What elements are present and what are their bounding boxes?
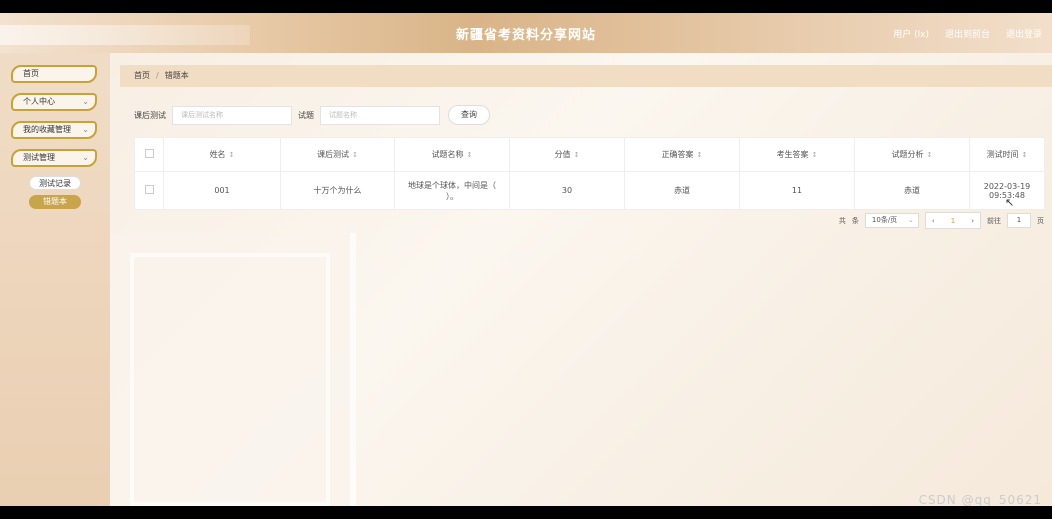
cell-name: 001 [163,171,281,210]
column-header-label: 试题名称 [431,150,464,159]
sidebar-item-home[interactable]: 首页 [11,65,97,83]
goto-page-input[interactable]: 1 [1007,213,1031,228]
column-header[interactable]: 姓名 ↕ [163,137,281,172]
cell-correct-answer: 赤道 [624,171,740,210]
prev-page-button[interactable]: ‹ [932,217,935,225]
user-link[interactable]: 用户 (lx) [893,27,929,40]
test-label: 课后测试 [134,110,166,120]
page-number-current[interactable]: 1 [951,217,955,225]
question-name-input[interactable] [320,105,440,125]
sidebar-item-label: 我的收藏管理 [23,125,71,134]
sidebar-item-label: 个人中心 [23,97,55,106]
select-all-cell [134,137,164,172]
table-header-row: 姓名 ↕ 课后测试 ↕ 试题名称 ↕ 分值 ↕ 正确答案 ↕ 考生答案 ↕ 试题分析 ↕ 测试… [134,137,1045,172]
main-content: 首页/错题本 课后测试 试题 查询 姓名↕ 课后测试↕ 试题名称↕ 分值↕ 正确… [110,53,1052,506]
column-header-label: 课后测试 [317,150,350,159]
header-bar: 新疆省考资料分享网站 用户 (lx) 退出到前台 退出登录 [0,13,1052,53]
pagination: 共 条 10条/页 ⌄ ‹ 1 › 前往 1 页 [839,212,1044,229]
sidebar-item-label: 测试管理 [23,153,55,162]
total-prefix: 共 [838,216,846,225]
column-header-label: 测试时间 [986,150,1019,159]
breadcrumb-separator: / [156,71,159,80]
chevron-down-icon: ⌄ [82,125,89,134]
sort-icon: ↕ [926,151,933,159]
letterbox-top [0,0,1052,13]
sidebar-subitem-test-records[interactable]: 测试记录 [29,176,81,190]
sidebar-item-label: 首页 [23,69,39,78]
sort-icon: ↕ [352,151,358,159]
letterbox-bottom [0,506,1052,519]
column-header[interactable]: 试题分析 ↕ [854,137,970,172]
select-all-checkbox[interactable] [144,149,154,158]
page-unit-label: 页 [1037,216,1044,225]
table-row[interactable]: 001 十万个为什么 地球是个球体，中间是（ ）。 30 赤道 11 赤道 20… [134,171,1045,210]
sort-icon: ↕ [696,151,703,159]
question-label: 试题 [298,110,314,120]
breadcrumb: 首页 / 错题本 [120,65,1052,87]
sidebar: 首页 个人中心 ⌄ 我的收藏管理 ⌄ 测试管理 ⌄ 测试记录 错题本 [0,53,110,506]
breadcrumb-current: 错题本 [164,71,189,80]
sort-icon: ↕ [811,151,818,159]
chevron-down-icon: ⌄ [82,97,89,106]
column-header-label: 分值 [554,150,571,159]
chevron-down-icon: ⌄ [908,216,914,224]
column-header-label: 考生答案 [776,150,809,159]
cell-test: 十万个为什么 [280,171,395,210]
column-header[interactable]: 测试时间 ↕ [969,137,1045,172]
breadcrumb-home[interactable]: 首页 [134,71,150,80]
column-header[interactable]: 正确答案 ↕ [624,137,740,172]
page-size-select[interactable]: 10条/页 ⌄ [864,213,919,228]
sidebar-subitem-wrong-questions[interactable]: 错题本 [29,195,81,209]
sidebar-item-personal-center[interactable]: 个人中心 ⌄ [11,93,97,111]
column-header[interactable]: 考生答案 ↕ [739,137,855,172]
column-header-label: 姓名 [209,150,226,159]
mouse-cursor-icon: ↖ [1005,196,1015,209]
sidebar-item-test-management[interactable]: 测试管理 ⌄ [11,149,97,167]
next-page-button[interactable]: › [971,217,974,225]
sidebar-item-favorites[interactable]: 我的收藏管理 ⌄ [11,121,97,139]
total-suffix: 条 [851,216,859,225]
sort-icon: ↕ [573,151,580,159]
sort-icon: ↕ [466,151,473,159]
cell-question: 地球是个球体，中间是（ ）。 [394,171,510,210]
row-select-cell [134,171,164,210]
search-bar: 课后测试 试题 查询 [134,105,490,125]
chevron-down-icon: ⌄ [82,153,89,162]
cell-analysis: 赤道 [854,171,970,210]
row-checkbox[interactable] [144,185,154,194]
goto-label: 前往 [987,216,1001,225]
watermark: CSDN @qq_50621 [918,493,1042,507]
page-size-value: 10条/页 [871,216,898,224]
column-header-label: 正确答案 [661,150,694,159]
page-buttons: ‹ 1 › [924,212,981,229]
cell-score: 30 [509,171,625,210]
back-to-front-link[interactable]: 退出到前台 [945,27,990,40]
wrong-questions-table: 姓名 ↕ 课后测试 ↕ 试题名称 ↕ 分值 ↕ 正确答案 ↕ 考生答案 ↕ 试题分析 ↕ 测试… [134,137,1045,210]
column-header[interactable]: 试题名称 ↕ [394,137,510,172]
column-header-label: 试题分析 [891,150,924,159]
sort-icon: ↕ [1021,151,1028,159]
cell-student-answer: 11 [739,171,855,210]
background-decoration [130,253,330,506]
query-button[interactable]: 查询 [448,105,490,125]
column-header[interactable]: 分值 ↕ [509,137,625,172]
column-header[interactable]: 课后测试 ↕ [280,137,395,172]
header-links: 用户 (lx) 退出到前台 退出登录 [893,27,1042,40]
sort-icon: ↕ [228,151,235,159]
test-name-input[interactable] [172,105,292,125]
logout-link[interactable]: 退出登录 [1006,27,1042,40]
